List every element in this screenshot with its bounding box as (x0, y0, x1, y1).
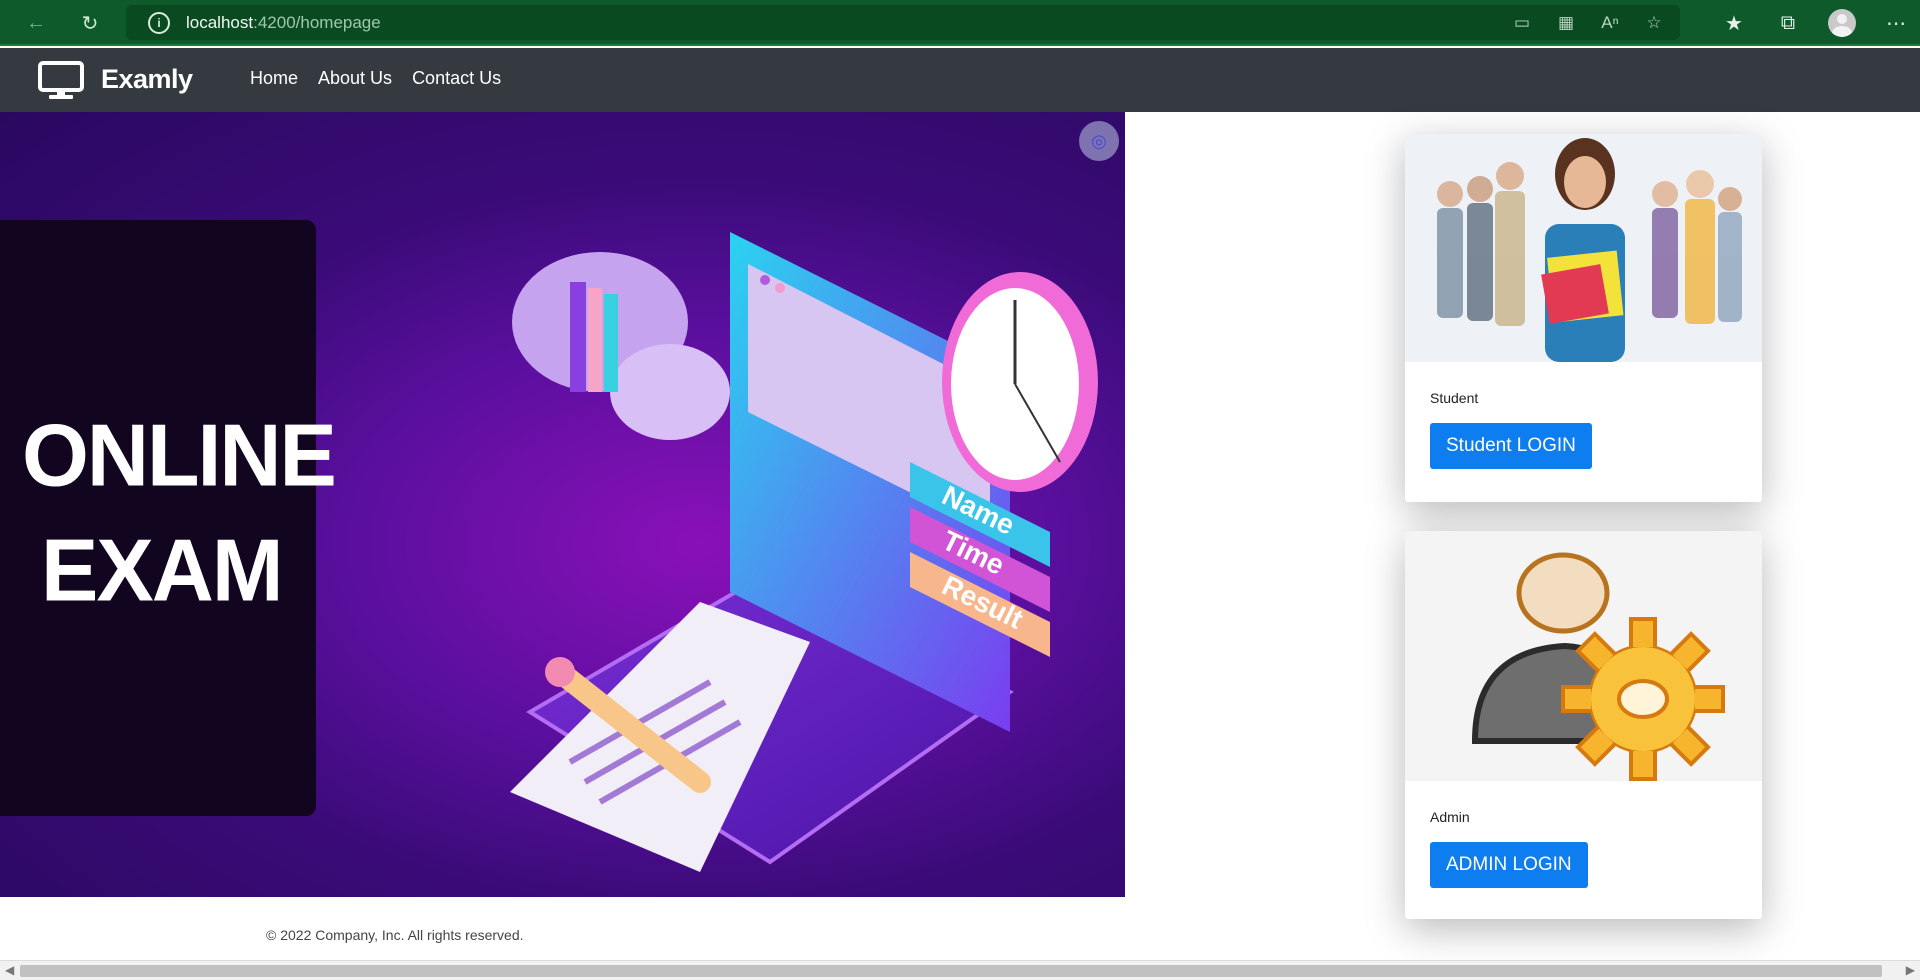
favorites-icon[interactable]: ★ (1720, 11, 1748, 36)
nav-home-link[interactable]: Home (250, 68, 298, 89)
footer-copyright: © 2022 Company, Inc. All rights reserved… (266, 927, 524, 943)
app-available-icon[interactable]: ▭ (1510, 13, 1534, 33)
nav-about-link[interactable]: About Us (318, 68, 392, 89)
scroll-right-icon[interactable]: ▶ (1906, 963, 1915, 977)
admin-login-button[interactable]: ADMIN LOGIN (1430, 842, 1588, 888)
read-aloud-icon[interactable]: Aⁿ (1598, 13, 1622, 33)
student-label: Student (1430, 390, 1479, 406)
monitor-icon (38, 61, 84, 99)
back-arrow-icon[interactable]: ← (16, 0, 56, 46)
hero-title-panel (0, 220, 316, 816)
browser-toolbar: ← ↻ i localhost:4200/homepage ▭ ▦ Aⁿ ☆ ★… (0, 0, 1920, 46)
add-favorite-icon[interactable]: ☆ (1642, 13, 1666, 33)
online-exam-illustration: Name Time Result (510, 232, 1098, 872)
collections-icon[interactable]: ⧉ (1774, 12, 1802, 35)
reload-icon[interactable]: ↻ (70, 0, 110, 46)
brand-name[interactable]: Examly (101, 64, 193, 95)
url-path: :4200/homepage (253, 12, 381, 32)
url-host: localhost (186, 12, 254, 32)
admin-gear-icon (1405, 531, 1762, 781)
address-bar[interactable]: i localhost:4200/homepage ▭ ▦ Aⁿ ☆ (126, 5, 1680, 40)
info-icon[interactable]: i (148, 11, 170, 34)
student-login-button[interactable]: Student LOGIN (1430, 423, 1592, 469)
admin-card: Admin ADMIN LOGIN (1405, 531, 1762, 919)
profile-icon[interactable] (1828, 9, 1856, 37)
student-image (1405, 134, 1762, 362)
nav-links: Home About Us Contact Us (250, 68, 501, 89)
scrollbar-thumb[interactable] (20, 965, 1882, 977)
scroll-left-icon[interactable]: ◀ (5, 963, 14, 977)
more-icon[interactable]: ⋯ (1882, 11, 1910, 36)
admin-image (1405, 531, 1762, 781)
app-navbar: Examly Home About Us Contact Us (0, 48, 1920, 112)
hero-banner: ONLINE EXAM Name Time Result ◎ (0, 112, 1125, 897)
nav-contact-link[interactable]: Contact Us (412, 68, 501, 89)
visual-search-icon[interactable]: ◎ (1079, 121, 1119, 161)
extensions-icon[interactable]: ▦ (1554, 13, 1578, 33)
hero-title-line2: EXAM (41, 522, 283, 620)
admin-label: Admin (1430, 809, 1470, 825)
hero-title-line1: ONLINE (22, 407, 337, 505)
horizontal-scrollbar[interactable]: ◀ ▶ (0, 960, 1920, 980)
student-card: Student Student LOGIN (1405, 134, 1762, 502)
